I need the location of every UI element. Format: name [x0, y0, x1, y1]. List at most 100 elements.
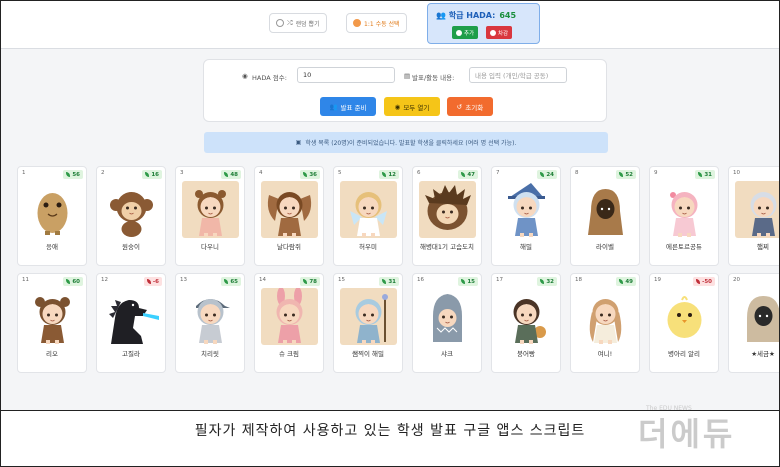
student-number: 8 — [575, 170, 579, 176]
student-score: 48 — [230, 171, 238, 178]
leaf-icon — [382, 279, 387, 284]
student-card[interactable]: 18 49 여니! — [570, 273, 640, 373]
student-number: 18 — [575, 277, 582, 283]
student-card[interactable]: 20 ★세금★ — [728, 273, 779, 373]
student-name: 샤크 — [441, 350, 453, 358]
student-avatar — [735, 181, 779, 238]
student-avatar — [419, 288, 476, 345]
student-card[interactable]: 1 56 응애 — [17, 166, 87, 266]
student-number: 5 — [338, 170, 342, 176]
student-card[interactable]: 14 78 슈 크림 — [254, 273, 324, 373]
student-score: 47 — [467, 171, 475, 178]
notice-banner: ▣ 학생 목록 (20명)이 준비되었습니다. 발표할 학생을 클릭하세요 (여… — [204, 132, 608, 153]
content-input[interactable]: 내용 입력 (개인/학급 공동) — [469, 67, 567, 83]
student-name: 해병대1기 고슴도치 — [419, 243, 475, 251]
student-avatar — [656, 181, 713, 238]
notice-text: 학생 목록 (20명)이 준비되었습니다. 발표할 학생을 클릭하세요 (여러 … — [305, 140, 517, 147]
shuffle-icon: ⤮ — [287, 18, 293, 27]
student-number: 20 — [733, 277, 740, 283]
open-all-label: 모두 열기 — [403, 103, 430, 112]
reset-label: 초기화 — [465, 103, 484, 112]
student-card[interactable]: 8 52 라이벨 — [570, 166, 640, 266]
hada-subtract-label: 차감 — [498, 30, 509, 37]
student-avatar — [577, 288, 634, 345]
student-score-badge: 47 — [458, 170, 478, 179]
student-avatar — [419, 181, 476, 238]
student-name: 원숭이 — [122, 243, 140, 251]
manual-select-button[interactable]: 1:1 수동 선택 — [346, 13, 407, 33]
student-score-badge: 52 — [616, 170, 636, 179]
student-score-badge: 16 — [142, 170, 162, 179]
hada-add-button[interactable]: 추가 — [452, 26, 479, 39]
student-score: 32 — [546, 278, 554, 285]
student-avatar — [498, 181, 555, 238]
student-card[interactable]: 9 31 에른토르공듀 — [649, 166, 719, 266]
student-card[interactable]: 15 31 쌤찍이 해밀 — [333, 273, 403, 373]
watermark-logo: 더에듀 — [638, 415, 736, 453]
group-icon: 👥 — [436, 11, 446, 20]
student-name: 붕어빵 — [517, 350, 535, 358]
student-card[interactable]: 10 햄찌 — [728, 166, 779, 266]
student-card[interactable]: 7 24 해밀 — [491, 166, 561, 266]
student-avatar — [182, 288, 239, 345]
minus-icon — [490, 29, 496, 36]
student-score: 60 — [72, 278, 80, 285]
eye-icon: ◉ — [394, 102, 401, 111]
hada-subtract-button[interactable]: 차감 — [486, 26, 513, 39]
student-score-badge: 48 — [221, 170, 241, 179]
notebook-icon: ▤ — [404, 72, 411, 80]
student-score: -6 — [152, 278, 159, 285]
student-card[interactable]: 2 16 원숭이 — [96, 166, 166, 266]
student-card[interactable]: 16 15 샤크 — [412, 273, 482, 373]
student-score-badge: 31 — [379, 277, 399, 286]
student-card[interactable]: 17 32 붕어빵 — [491, 273, 561, 373]
student-card[interactable]: 11 60 리오 — [17, 273, 87, 373]
radio-icon — [276, 19, 284, 27]
student-card[interactable]: 6 47 해병대1기 고슴도치 — [412, 166, 482, 266]
leaf-icon — [145, 172, 150, 177]
student-card[interactable]: 19 -50 병아리 알리 — [649, 273, 719, 373]
content-label: 발표/활동 내용: — [412, 74, 455, 82]
student-number: 3 — [180, 170, 184, 176]
leaf-icon — [303, 172, 308, 177]
student-number: 7 — [496, 170, 500, 176]
hada-add-label: 추가 — [464, 30, 475, 37]
student-score-badge: 31 — [695, 170, 715, 179]
leaf-icon — [66, 279, 71, 284]
student-card[interactable]: 13 65 치리릿 — [175, 273, 245, 373]
student-number: 6 — [417, 170, 421, 176]
student-number: 12 — [101, 277, 108, 283]
leaf-icon — [698, 172, 703, 177]
random-pick-button[interactable]: ⤮ 랜덤 뽑기 — [269, 13, 327, 33]
leaf-icon — [461, 279, 466, 284]
student-card[interactable]: 3 48 다우니 — [175, 166, 245, 266]
top-toolbar: ⤮ 랜덤 뽑기 1:1 수동 선택 👥 학급 HADA: 645 추가 차감 — [1, 1, 779, 49]
clipboard-icon: ▣ — [295, 139, 302, 146]
student-score-badge: 24 — [537, 170, 557, 179]
student-number: 11 — [22, 277, 29, 283]
leaf-icon — [696, 279, 701, 284]
student-name: 해밀 — [520, 243, 532, 251]
student-score-badge: -50 — [693, 277, 715, 286]
points-input[interactable]: 10 — [297, 67, 395, 83]
student-avatar — [261, 288, 318, 345]
student-name: 응애 — [46, 243, 58, 251]
student-avatar — [103, 181, 160, 238]
student-name: 쌤찍이 해밀 — [352, 350, 384, 358]
student-avatar — [735, 288, 779, 345]
student-name: 허우미 — [359, 243, 377, 251]
student-score-badge: 49 — [616, 277, 636, 286]
reset-button[interactable]: ↺ 초기화 — [447, 97, 493, 116]
control-panel: ◉ HADA 점수: 10 ▤ 발표/활동 내용: 내용 입력 (개인/학급 공… — [203, 59, 607, 122]
student-card[interactable]: 4 36 날다람쥐 — [254, 166, 324, 266]
leaf-icon — [619, 279, 624, 284]
student-score: 31 — [388, 278, 396, 285]
class-hada-value: 645 — [499, 11, 517, 20]
presentation-ready-button[interactable]: 👥 발표 준비 — [320, 97, 376, 116]
app-window: ⤮ 랜덤 뽑기 1:1 수동 선택 👥 학급 HADA: 645 추가 차감 ◉ … — [1, 1, 779, 411]
plus-icon — [456, 29, 462, 36]
open-all-button[interactable]: ◉ 모두 열기 — [384, 97, 440, 116]
student-card[interactable]: 5 12 허우미 — [333, 166, 403, 266]
radio-selected-icon — [353, 19, 361, 27]
student-card[interactable]: 12 -6 고질라 — [96, 273, 166, 373]
